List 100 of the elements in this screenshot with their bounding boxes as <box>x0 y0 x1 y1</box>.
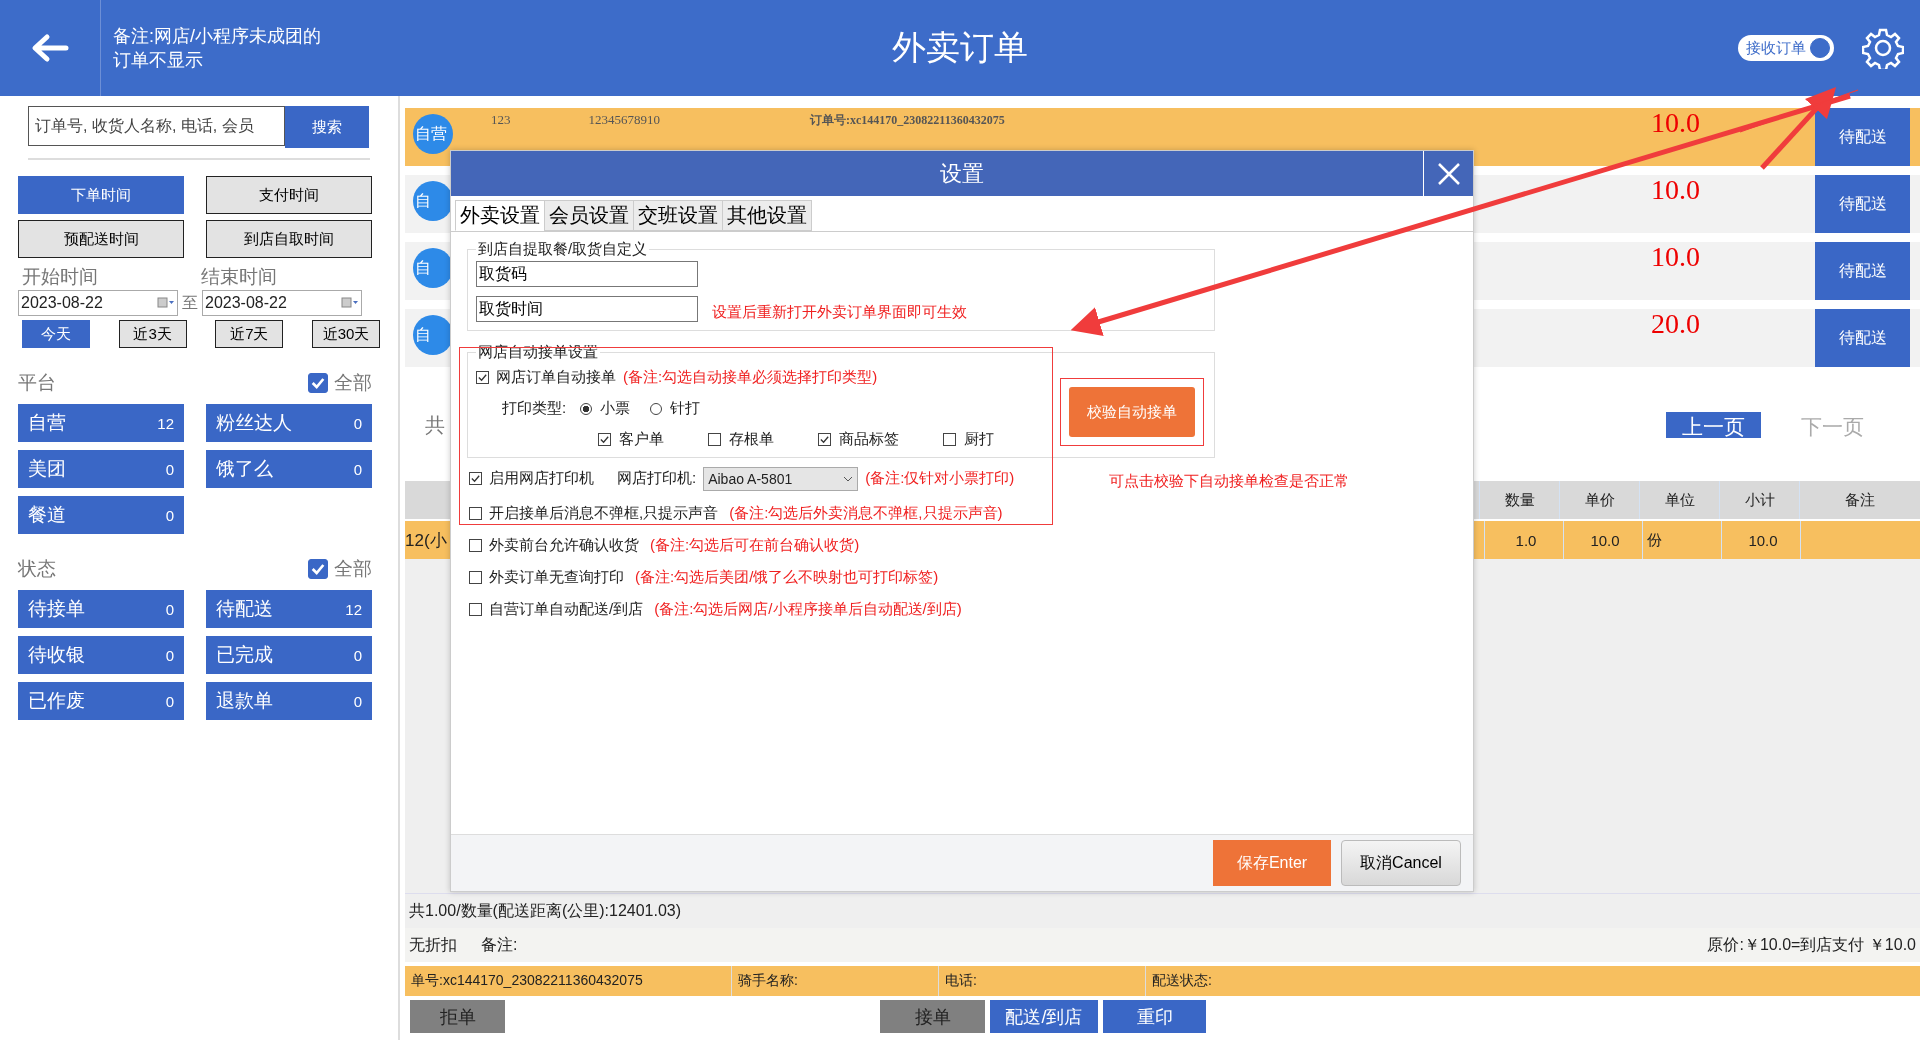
all-label: 全部 <box>334 557 372 581</box>
section-title: 状态 <box>18 557 56 581</box>
tile-label: 待收银 <box>28 643 85 667</box>
option-label: 存根单 <box>729 430 774 449</box>
tile-count: 0 <box>165 506 174 524</box>
previous-page-button[interactable]: 上一页 <box>1666 412 1761 438</box>
note-text: (备注:勾选后网店/小程序接单后自动配送/到店) <box>654 600 962 619</box>
time-filter-button[interactable]: 下单时间 <box>18 176 184 214</box>
radio-button[interactable] <box>580 402 593 415</box>
time-filter-button[interactable]: 支付时间 <box>206 176 372 214</box>
option-label: 客户单 <box>619 430 664 449</box>
settings-tab[interactable]: 其他设置 <box>722 200 812 231</box>
option-label: 外卖前台允许确认收货 <box>489 536 639 555</box>
tile-label: 餐道 <box>28 503 66 527</box>
filter-tile[interactable]: 退款单 0 <box>206 682 372 720</box>
cancel-button[interactable]: 取消Cancel <box>1341 840 1461 886</box>
checkbox[interactable] <box>818 433 831 446</box>
search-field[interactable]: 订单号, 收货人名称, 电话, 会员 <box>28 106 285 146</box>
tile-count: 12 <box>345 600 362 618</box>
calendar-dropdown-icon <box>341 297 359 309</box>
note-text: (备注:勾选后外卖消息不弹框,只提示声音) <box>729 504 1003 523</box>
order-status-button[interactable]: 待配送 <box>1815 108 1910 166</box>
checkbox[interactable] <box>469 571 482 584</box>
filter-tile[interactable]: 美团 0 <box>18 450 184 488</box>
time-filter-button[interactable]: 预配送时间 <box>18 220 184 258</box>
date-range-button[interactable]: 近7天 <box>215 320 284 348</box>
close-icon <box>1436 161 1461 186</box>
checkbox[interactable] <box>308 559 328 579</box>
tile-count: 0 <box>165 460 174 478</box>
start-date-field[interactable]: 2023-08-22 <box>18 290 178 316</box>
group-title: 到店自提取餐/取货自定义 <box>477 240 649 259</box>
checkbox[interactable] <box>476 371 489 384</box>
checkbox[interactable] <box>469 539 482 552</box>
filter-tile[interactable]: 已完成 0 <box>206 636 372 674</box>
order-info-field: 配送状态: <box>1146 966 1920 996</box>
column-header: 备注 <box>1799 481 1920 519</box>
filter-tile[interactable]: 待配送 12 <box>206 590 372 628</box>
checkbox[interactable] <box>469 507 482 520</box>
checkbox[interactable] <box>708 433 721 446</box>
filter-tile[interactable]: 自营 12 <box>18 404 184 442</box>
search-button[interactable]: 搜索 <box>285 106 369 148</box>
column-header: 小计 <box>1719 481 1799 519</box>
tile-count: 0 <box>165 692 174 710</box>
option-label: 启用网店打印机 <box>489 469 594 488</box>
tile-label: 已完成 <box>216 643 273 667</box>
verify-button[interactable]: 校验自动接单 <box>1069 387 1195 437</box>
tile-count: 12 <box>157 414 174 432</box>
start-time-label: 开始时间 <box>22 265 99 289</box>
accept-orders-toggle[interactable]: 接收订单 <box>1738 35 1834 61</box>
end-time-label: 结束时间 <box>201 265 278 289</box>
option-label: 自营订单自动配送/到店 <box>489 600 644 619</box>
section-title: 平台 <box>18 371 56 395</box>
platform-badge: 自营 <box>413 114 453 154</box>
checkbox[interactable] <box>308 373 328 393</box>
printer-dropdown[interactable]: Aibao A-5801 <box>703 466 859 491</box>
filter-tile[interactable]: 已作废 0 <box>18 682 184 720</box>
order-price: 20.0 <box>1651 309 1700 339</box>
order-action-button[interactable]: 配送/到店 <box>990 1000 1098 1033</box>
order-info-field: 电话: <box>939 966 1146 996</box>
filter-tile[interactable]: 饿了么 0 <box>206 450 372 488</box>
checkbox[interactable] <box>469 472 482 485</box>
text-field[interactable]: 取货时间 <box>476 296 698 322</box>
settings-tab[interactable]: 交班设置 <box>633 200 723 231</box>
settings-icon[interactable] <box>1862 27 1904 69</box>
save-button[interactable]: 保存Enter <box>1213 840 1331 886</box>
tile-label: 待配送 <box>216 597 273 621</box>
order-status-button[interactable]: 待配送 <box>1815 309 1910 367</box>
radio-label: 小票 <box>600 399 631 418</box>
platform-badge: 自 <box>413 315 453 355</box>
platform-badge: 自 <box>413 248 453 288</box>
filter-tile[interactable]: 待收银 0 <box>18 636 184 674</box>
checkbox[interactable] <box>469 603 482 616</box>
checkbox[interactable] <box>598 433 611 446</box>
order-status-button[interactable]: 待配送 <box>1815 242 1910 300</box>
calendar-dropdown-icon <box>157 297 175 309</box>
column-header: 单位 <box>1639 481 1719 519</box>
filter-tile[interactable]: 粉丝达人 0 <box>206 404 372 442</box>
option-label: 外卖订单无查询打印 <box>489 568 624 587</box>
checkbox[interactable] <box>943 433 956 446</box>
end-date-field[interactable]: 2023-08-22 <box>202 290 362 316</box>
order-action-button[interactable]: 重印 <box>1103 1000 1206 1033</box>
date-range-button[interactable]: 今天 <box>22 320 90 348</box>
order-price: 10.0 <box>1651 108 1700 138</box>
filter-tile[interactable]: 餐道 0 <box>18 496 184 534</box>
note-text: (备注:仅针对小票打印) <box>865 469 1015 488</box>
text-field[interactable]: 取货码 <box>476 261 698 287</box>
time-filter-button[interactable]: 到店自取时间 <box>206 220 372 258</box>
date-separator: 至 <box>182 292 198 313</box>
date-range-button[interactable]: 近30天 <box>311 320 380 348</box>
settings-tab[interactable]: 会员设置 <box>544 200 634 231</box>
tile-label: 饿了么 <box>216 457 273 481</box>
tile-count: 0 <box>353 692 362 710</box>
filter-tile[interactable]: 待接单 0 <box>18 590 184 628</box>
order-info-field: 单号:xc144170_23082211360432075 <box>405 966 732 996</box>
order-status-button[interactable]: 待配送 <box>1815 175 1910 233</box>
settings-tab[interactable]: 外卖设置 <box>455 200 545 231</box>
header-note: 备注:网店/小程序未成团的订单不显示 <box>113 25 322 72</box>
page-title: 外卖订单 <box>892 27 1028 68</box>
platform-badge: 自 <box>413 181 453 221</box>
date-range-button[interactable]: 近3天 <box>118 320 187 348</box>
